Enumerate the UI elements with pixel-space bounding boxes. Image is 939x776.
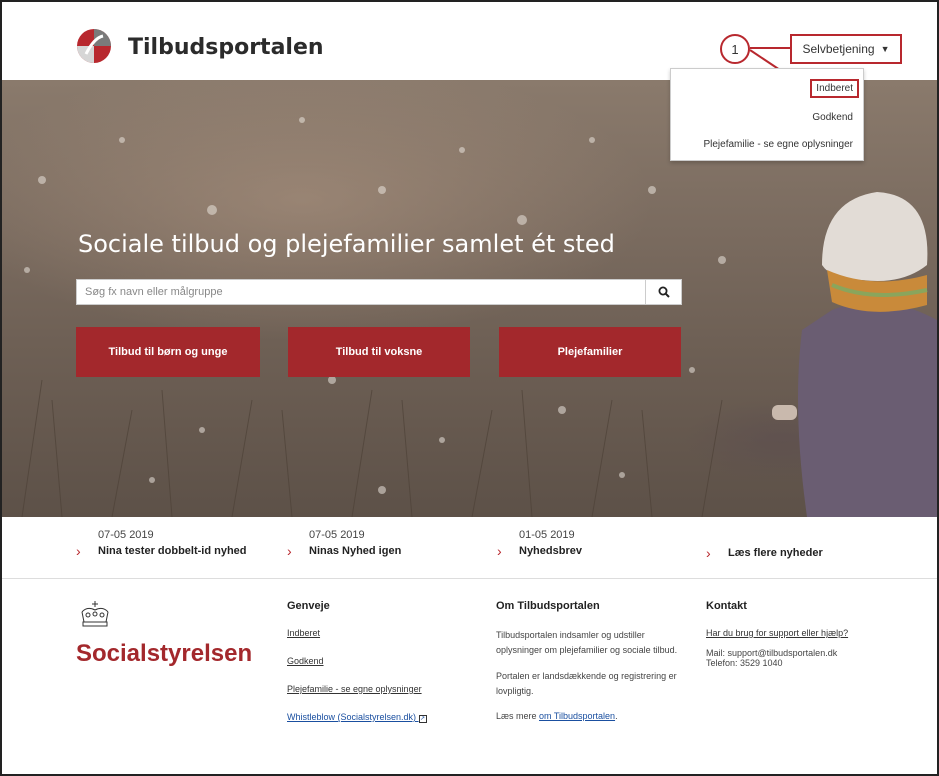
footer-om: Om Tilbudsportalen Tilbudsportalen indsa… — [496, 600, 691, 734]
page-frame: Tilbudsportalen 1 Selvbetjening ▼ Social… — [0, 0, 939, 776]
foster-families-button[interactable]: Plejefamilier — [499, 327, 681, 377]
search-input[interactable] — [77, 280, 637, 304]
search-icon — [658, 286, 670, 298]
search-bar — [76, 279, 682, 305]
chevron-right-icon: › — [706, 545, 711, 561]
footer-link-plejefamilie[interactable]: Plejefamilie - se egne oplysninger — [287, 684, 427, 694]
footer-genveje: Genveje Indberet Godkend Plejefamilie - … — [287, 600, 427, 741]
chevron-right-icon: › — [497, 543, 502, 559]
crown-icon — [81, 601, 109, 627]
support-mail: Mail: support@tilbudsportalen.dk — [706, 648, 838, 658]
children-youth-button[interactable]: Tilbud til børn og unge — [76, 327, 260, 377]
news-date: 07-05 2019 — [309, 529, 365, 541]
chevron-right-icon: › — [287, 543, 292, 559]
external-link-icon: ↗ — [418, 715, 427, 723]
hero-title: Sociale tilbud og plejefamilier samlet é… — [78, 230, 615, 258]
caret-down-icon: ▼ — [880, 44, 890, 54]
news-item[interactable]: 07-05 2019 › Ninas Nyhed igen — [287, 529, 401, 559]
genveje-heading: Genveje — [287, 600, 330, 612]
footer-kontakt: Kontakt Har du brug for support eller hj… — [706, 600, 906, 668]
om-tilbudsportalen-link[interactable]: om Tilbudsportalen — [539, 711, 615, 721]
menu-item-indberet[interactable]: Indberet — [810, 79, 859, 98]
support-phone: Telefon: 3529 1040 — [706, 658, 783, 668]
site-title[interactable]: Tilbudsportalen — [128, 35, 324, 60]
adults-button[interactable]: Tilbud til voksne — [288, 327, 470, 377]
whistleblow-label: Whistleblow (Socialstyrelsen.dk) — [287, 712, 417, 722]
om-read-more-suffix: . — [615, 711, 618, 722]
tilbudsportalen-logo[interactable] — [76, 28, 112, 64]
search-button[interactable] — [645, 280, 681, 304]
news-item[interactable]: 07-05 2019 › Nina tester dobbelt-id nyhed — [76, 529, 247, 559]
om-heading: Om Tilbudsportalen — [496, 600, 600, 612]
callout-marker: 1 — [720, 34, 750, 64]
child-figure — [772, 192, 937, 517]
news-title: Nina tester dobbelt-id nyhed — [98, 545, 247, 557]
news-item[interactable]: 01-05 2019 › Nyhedsbrev — [497, 529, 582, 559]
news-title: Ninas Nyhed igen — [309, 545, 402, 557]
self-service-button[interactable]: Selvbetjening ▼ — [790, 34, 902, 64]
site-footer: Socialstyrelsen Genveje Indberet Godkend… — [2, 580, 937, 774]
footer-link-indberet[interactable]: Indberet — [287, 628, 427, 638]
om-read-more-prefix: Læs mere — [496, 711, 540, 722]
self-service-label: Selvbetjening — [802, 42, 875, 56]
news-date: 01-05 2019 — [519, 529, 575, 541]
socialstyrelsen-logo[interactable]: Socialstyrelsen — [76, 640, 252, 668]
news-title: Nyhedsbrev — [519, 545, 582, 557]
footer-link-whistleblow[interactable]: Whistleblow (Socialstyrelsen.dk) ↗ — [287, 712, 427, 723]
news-title: Læs flere nyheder — [728, 547, 823, 559]
footer-link-godkend[interactable]: Godkend — [287, 656, 427, 666]
menu-item-plejefamilie[interactable]: Plejefamilie - se egne oplysninger — [703, 139, 853, 150]
read-more-news-link[interactable]: › Læs flere nyheder — [706, 543, 823, 561]
om-paragraph-1: Tilbudsportalen indsamler og udstiller o… — [496, 630, 678, 656]
menu-item-godkend[interactable]: Godkend — [812, 112, 853, 123]
news-date: 07-05 2019 — [98, 529, 154, 541]
support-link[interactable]: Har du brug for support eller hjælp? — [706, 628, 906, 638]
om-paragraph-2: Portalen er landsdækkende og registrerin… — [496, 670, 677, 696]
self-service-dropdown: Indberet Godkend Plejefamilie - se egne … — [670, 68, 864, 161]
om-paragraph-3: Læs mere om Tilbudsportalen. — [496, 709, 691, 724]
kontakt-heading: Kontakt — [706, 600, 747, 612]
chevron-right-icon: › — [76, 543, 81, 559]
news-strip: 07-05 2019 › Nina tester dobbelt-id nyhed… — [2, 517, 937, 579]
